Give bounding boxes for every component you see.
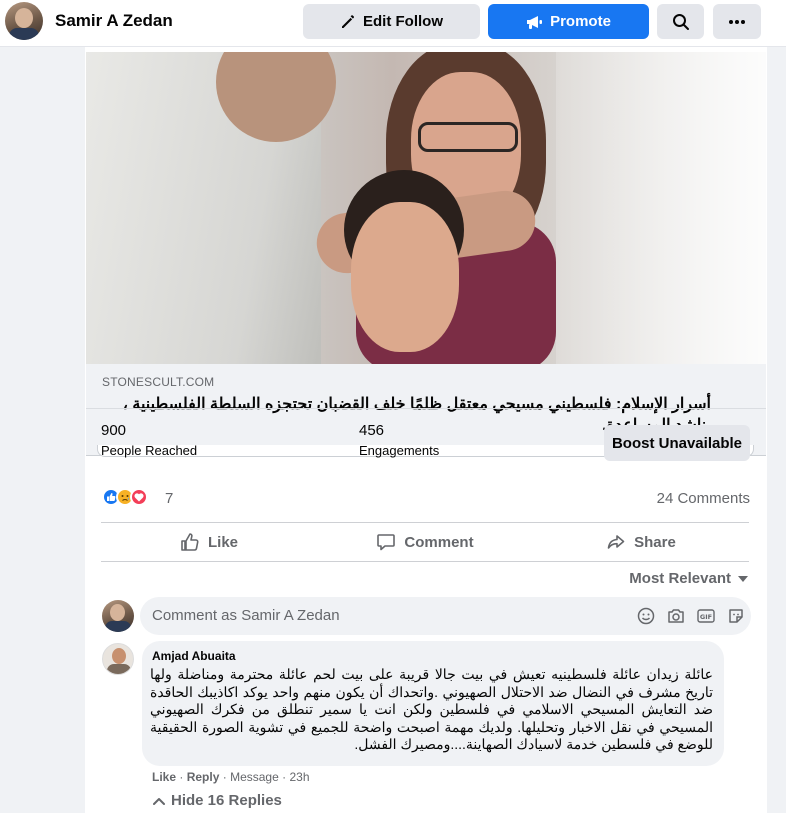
page-avatar[interactable] — [5, 2, 43, 40]
svg-text:GIF: GIF — [700, 613, 712, 621]
comment-meta: Like · Reply · Message · 23h — [152, 770, 310, 784]
promote-label: Promote — [550, 13, 611, 30]
comment-icon — [377, 534, 396, 551]
comment-author[interactable]: Amjad Abuaita — [152, 649, 236, 663]
boost-unavailable-button[interactable]: Boost Unavailable — [604, 425, 750, 461]
comments-count[interactable]: 24 Comments — [657, 490, 750, 507]
page-name[interactable]: Samir A Zedan — [55, 11, 173, 31]
comment-text: عائلة زيدان عائلة فلسطينيه تعيش في بيت ج… — [150, 666, 714, 752]
commenter-avatar[interactable] — [102, 643, 134, 675]
hide-replies-label: Hide 16 Replies — [171, 792, 282, 809]
thumbs-up-icon — [181, 533, 199, 551]
comment-label: Comment — [404, 533, 474, 551]
camera-icon[interactable] — [666, 606, 686, 626]
post-actions: Like Comment Share — [101, 522, 749, 562]
search-button[interactable] — [657, 4, 704, 39]
comment-input[interactable]: Comment as Samir A Zedan GIF — [140, 597, 751, 635]
comment-button[interactable]: Comment — [317, 523, 533, 561]
comment-sort-dropdown[interactable]: Most Relevant — [629, 570, 749, 587]
engagements-value: 456 — [359, 422, 385, 439]
page-header: Samir A Zedan Edit Follow Promote — [0, 0, 786, 47]
edit-follow-button[interactable]: Edit Follow — [303, 4, 480, 39]
reaction-count[interactable]: 7 — [165, 490, 173, 507]
share-button[interactable]: Share — [533, 523, 749, 561]
emoji-icon[interactable] — [636, 606, 656, 626]
reaction-icons[interactable] — [102, 488, 148, 506]
caret-down-icon — [738, 575, 748, 582]
chevron-up-icon — [153, 797, 165, 805]
pencil-icon — [342, 14, 354, 28]
more-options-button[interactable] — [713, 4, 761, 39]
comment-like-link[interactable]: Like — [152, 770, 176, 784]
people-reached-label: People Reached — [101, 443, 198, 458]
like-label: Like — [207, 533, 238, 551]
share-label: Share — [634, 533, 676, 551]
comment-bubble: Amjad Abuaita عائلة زيدان عائلة فلسطينيه… — [142, 641, 724, 766]
edit-follow-label: Edit Follow — [363, 13, 443, 30]
share-icon — [607, 535, 625, 549]
hide-replies-button[interactable]: Hide 16 Replies — [153, 792, 282, 809]
people-reached-value: 900 — [101, 422, 127, 439]
gif-icon[interactable]: GIF — [696, 606, 716, 626]
engagements-label: Engagements — [359, 443, 440, 458]
comment-time[interactable]: 23h — [289, 770, 309, 784]
like-button[interactable]: Like — [101, 523, 317, 561]
comment-input-placeholder: Comment as Samir A Zedan — [152, 607, 340, 624]
link-domain: STONESCULT.COM — [102, 375, 215, 389]
promote-button[interactable]: Promote — [488, 4, 649, 39]
more-icon — [729, 19, 745, 24]
comment-message-link[interactable]: Message — [230, 770, 279, 784]
sort-label: Most Relevant — [629, 570, 731, 587]
love-icon — [130, 488, 148, 506]
sticker-icon[interactable] — [726, 606, 746, 626]
search-icon — [672, 13, 689, 30]
megaphone-icon — [527, 15, 543, 29]
link-preview-image[interactable] — [86, 52, 766, 364]
comment-reply-link[interactable]: Reply — [187, 770, 220, 784]
post-card: STONESCULT.COM أسرار الإسلام: فلسطيني مس… — [85, 47, 767, 813]
composer-avatar[interactable] — [102, 600, 134, 632]
